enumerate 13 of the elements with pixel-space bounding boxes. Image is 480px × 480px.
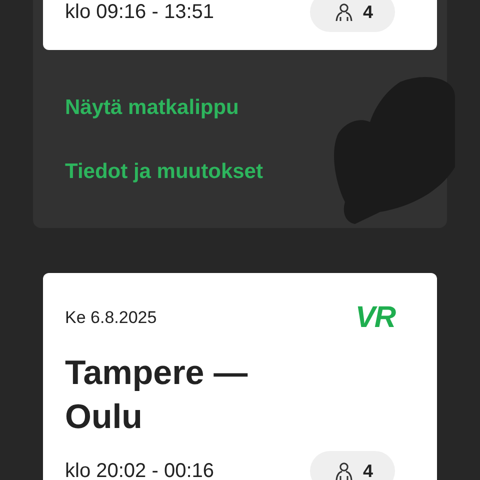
trip-card[interactable]: klo 09:16 - 13:51 4 [43,0,437,50]
trip-time: klo 20:02 - 00:16 [65,460,214,480]
trip-time: klo 09:16 - 13:51 [65,0,214,24]
route-title: Tampere — Oulu [65,353,249,438]
trip-date: Ke 6.8.2025 [65,308,157,328]
person-icon [334,2,354,22]
trip-card[interactable]: Ke 6.8.2025 VR Tampere — Oulu klo 20:02 - 00:16 4 [43,273,437,480]
action-link[interactable]: Tiedot ja muutokset [65,140,263,204]
person-icon [334,461,354,480]
vr-logo: VR [355,301,395,335]
passenger-count: 4 [362,460,373,480]
action-link[interactable]: Näytä matkalippu [65,76,239,140]
passenger-count: 4 [362,2,373,22]
